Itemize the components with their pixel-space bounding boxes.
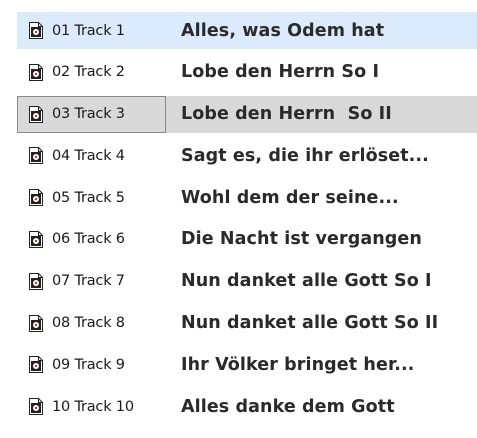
audio-file-icon [29,356,43,374]
track-title: Die Nacht ist vergangen [181,229,422,250]
track-row-selected[interactable]: 03 Track 3 Lobe den Herrn So II [0,94,477,136]
track-title-cell[interactable]: Nun danket alle Gott So I [166,263,477,300]
track-row[interactable]: 09 Track 9 Ihr Völker bringet her... [0,344,477,386]
audio-file-icon [29,314,43,332]
file-item[interactable]: 06 Track 6 [17,221,166,258]
audio-file-icon [29,147,43,165]
file-name: 06 Track 6 [52,231,125,248]
track-row[interactable]: 01 Track 1 Alles, was Odem hat [0,10,477,52]
file-name: 02 Track 2 [52,64,125,81]
track-title-cell[interactable]: Lobe den Herrn So I [166,54,477,91]
audio-file-icon [29,272,43,290]
track-title: Sagt es, die ihr erlöset... [181,145,429,166]
track-row[interactable]: 08 Track 8 Nun danket alle Gott So II [0,303,477,345]
file-name: 05 Track 5 [52,189,125,206]
file-name: 10 Track 10 [52,398,134,415]
file-item[interactable]: 07 Track 7 [17,263,166,300]
audio-file-icon [29,398,43,416]
track-row[interactable]: 04 Track 4 Sagt es, die ihr erlöset... [0,135,477,177]
track-title: Alles danke dem Gott [181,396,395,417]
file-item[interactable]: 08 Track 8 [17,305,166,342]
file-item[interactable]: 02 Track 2 [17,54,166,91]
track-title-cell[interactable]: Sagt es, die ihr erlöset... [166,137,477,174]
track-title-cell[interactable]: Alles danke dem Gott [166,388,477,425]
track-title: Nun danket alle Gott So I [181,271,432,292]
track-title: Lobe den Herrn So II [181,104,392,125]
file-item[interactable]: 10 Track 10 [17,388,166,425]
track-title: Ihr Völker bringet her... [181,354,415,375]
file-name: 08 Track 8 [52,315,125,332]
audio-file-icon [29,189,43,207]
track-row[interactable]: 02 Track 2 Lobe den Herrn So I [0,52,477,94]
audio-file-icon [29,105,43,123]
track-title: Alles, was Odem hat [181,20,385,41]
track-row[interactable]: 05 Track 5 Wohl dem der seine... [0,177,477,219]
file-name: 01 Track 1 [52,22,125,39]
track-row[interactable]: 06 Track 6 Die Nacht ist vergangen [0,219,477,261]
track-title-cell[interactable]: Nun danket alle Gott So II [166,305,477,342]
file-item[interactable]: 05 Track 5 [17,179,166,216]
file-name: 03 Track 3 [52,106,125,123]
audio-file-icon [29,230,43,248]
track-title: Nun danket alle Gott So II [181,313,439,334]
track-row[interactable]: 10 Track 10 Alles danke dem Gott [0,386,477,428]
file-item[interactable]: 03 Track 3 [17,95,166,133]
track-title-cell[interactable]: Lobe den Herrn So II [166,95,477,133]
audio-file-icon [29,22,43,39]
file-item[interactable]: 09 Track 9 [17,346,166,383]
track-title: Lobe den Herrn So I [181,62,380,83]
file-item[interactable]: 04 Track 4 [17,137,166,174]
track-title-cell[interactable]: Die Nacht ist vergangen [166,221,477,258]
file-name: 09 Track 9 [52,356,125,373]
track-title: Wohl dem der seine... [181,187,399,208]
file-item[interactable]: 01 Track 1 [17,12,166,49]
track-title-cell[interactable]: Ihr Völker bringet her... [166,346,477,383]
track-row[interactable]: 07 Track 7 Nun danket alle Gott So I [0,261,477,303]
track-title-cell[interactable]: Alles, was Odem hat [166,12,477,49]
file-name: 07 Track 7 [52,273,125,290]
file-name: 04 Track 4 [52,147,125,164]
track-list: 01 Track 1 Alles, was Odem hat 02 Track … [0,10,477,428]
track-title-cell[interactable]: Wohl dem der seine... [166,179,477,216]
audio-file-icon [29,63,43,81]
